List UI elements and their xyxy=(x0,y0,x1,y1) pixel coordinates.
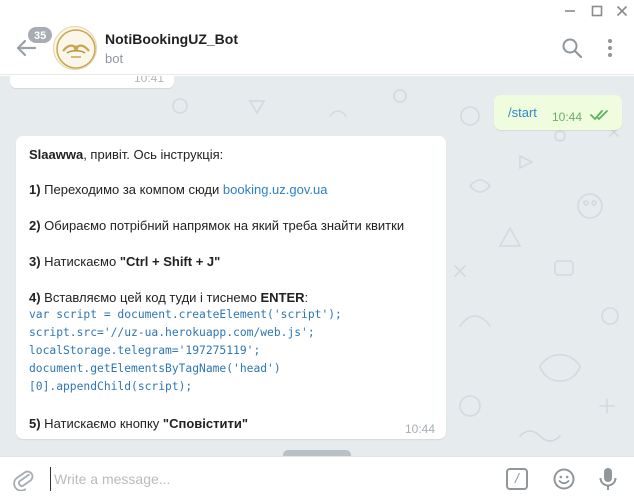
maximize-icon xyxy=(591,5,603,16)
code-line: localStorage.telegram='197275119'; xyxy=(29,344,261,357)
code-line: var script = document.createElement('scr… xyxy=(29,308,342,321)
instruction-step-4: 4) Вставляємо цей код туди і тиснемо ENT… xyxy=(29,290,308,305)
window-titlebar xyxy=(0,0,634,21)
instruction-step-2: 2) Обираємо потрібний напрямок на який т… xyxy=(29,218,404,233)
code-line: script.src='//uz-ua.herokuapp.com/web.js… xyxy=(29,326,315,339)
avatar[interactable] xyxy=(53,26,97,70)
double-check-icon xyxy=(590,110,608,120)
close-icon xyxy=(616,5,628,16)
step-text: Натискаємо кнопку xyxy=(40,416,163,431)
step-text: Натискаємо xyxy=(40,254,120,269)
step-number: 2) xyxy=(29,218,41,233)
search-icon xyxy=(562,38,583,59)
instruction-step-3: 3) Натискаємо "Ctrl + Shift + J" xyxy=(29,254,220,269)
code-line: [0].appendChild(script); xyxy=(29,380,193,393)
step-suffix: : xyxy=(304,290,309,305)
chat-header: 35 NotiBookingUZ_Bot bot xyxy=(0,21,634,75)
outgoing-command-link[interactable]: /start xyxy=(508,105,537,120)
enter-key-label: ENTER xyxy=(260,290,305,305)
chat-subtitle: bot xyxy=(105,51,124,66)
step-number: 1) xyxy=(29,182,41,197)
more-vertical-icon xyxy=(608,39,612,57)
smiley-icon xyxy=(553,468,575,490)
instruction-step-5: 5) Натискаємо кнопку "Сповістити" xyxy=(29,416,248,431)
bot-commands-button[interactable]: / xyxy=(506,468,528,490)
previous-message-bubble[interactable]: 10:41 xyxy=(10,76,174,88)
minimize-icon xyxy=(565,9,575,12)
unread-badge: 35 xyxy=(27,26,54,44)
step-number: 4) xyxy=(29,290,41,305)
voice-record-button[interactable] xyxy=(598,466,618,492)
emoji-button[interactable] xyxy=(552,467,576,491)
search-button[interactable] xyxy=(561,37,583,59)
attach-button[interactable] xyxy=(12,467,36,492)
more-menu-button[interactable] xyxy=(603,37,617,59)
step-text: Переходимо за компом сюди xyxy=(40,182,223,197)
code-line: document.getElementsByTagName('head') xyxy=(29,362,281,375)
step-text: Обираємо потрібний напрямок на який треб… xyxy=(40,218,405,233)
message-composer: / xyxy=(0,456,634,501)
greeting-text: , привіт. Ось інструкція: xyxy=(83,147,224,162)
message-time: 10:41 xyxy=(133,76,164,85)
instruction-step-1: 1) Переходимо за компом сюди booking.uz.… xyxy=(29,182,327,197)
keyboard-shortcut: "Ctrl + Shift + J" xyxy=(119,254,221,269)
minimize-button[interactable] xyxy=(560,2,580,19)
step-number: 3) xyxy=(29,254,41,269)
message-input[interactable] xyxy=(50,467,490,491)
greeting-line: Slaawwa, привіт. Ось інструкція: xyxy=(29,147,223,162)
outgoing-message-bubble[interactable]: /start 10:44 xyxy=(494,95,622,130)
close-button[interactable] xyxy=(612,2,632,19)
incoming-message-bubble[interactable]: Slaawwa, привіт. Ось інструкція: 1) Пере… xyxy=(16,136,446,439)
message-time: 10:44 xyxy=(405,422,436,436)
message-time: 10:44 xyxy=(552,110,583,124)
booking-link[interactable]: booking.uz.gov.ua xyxy=(223,182,328,197)
chat-title[interactable]: NotiBookingUZ_Bot xyxy=(105,31,238,47)
paperclip-icon xyxy=(13,470,34,492)
maximize-button[interactable] xyxy=(587,2,607,19)
user-name: Slaawwa xyxy=(29,147,84,162)
notify-button-label: "Сповістити" xyxy=(162,416,248,431)
step-text: Вставляємо цей код туди і тиснемо xyxy=(40,290,261,305)
chat-history[interactable]: 10:41 /start 10:44 Slaawwa, привіт. Ось … xyxy=(0,76,634,456)
railway-logo-icon xyxy=(56,29,96,69)
step-number: 5) xyxy=(29,416,41,431)
microphone-icon xyxy=(599,468,617,490)
